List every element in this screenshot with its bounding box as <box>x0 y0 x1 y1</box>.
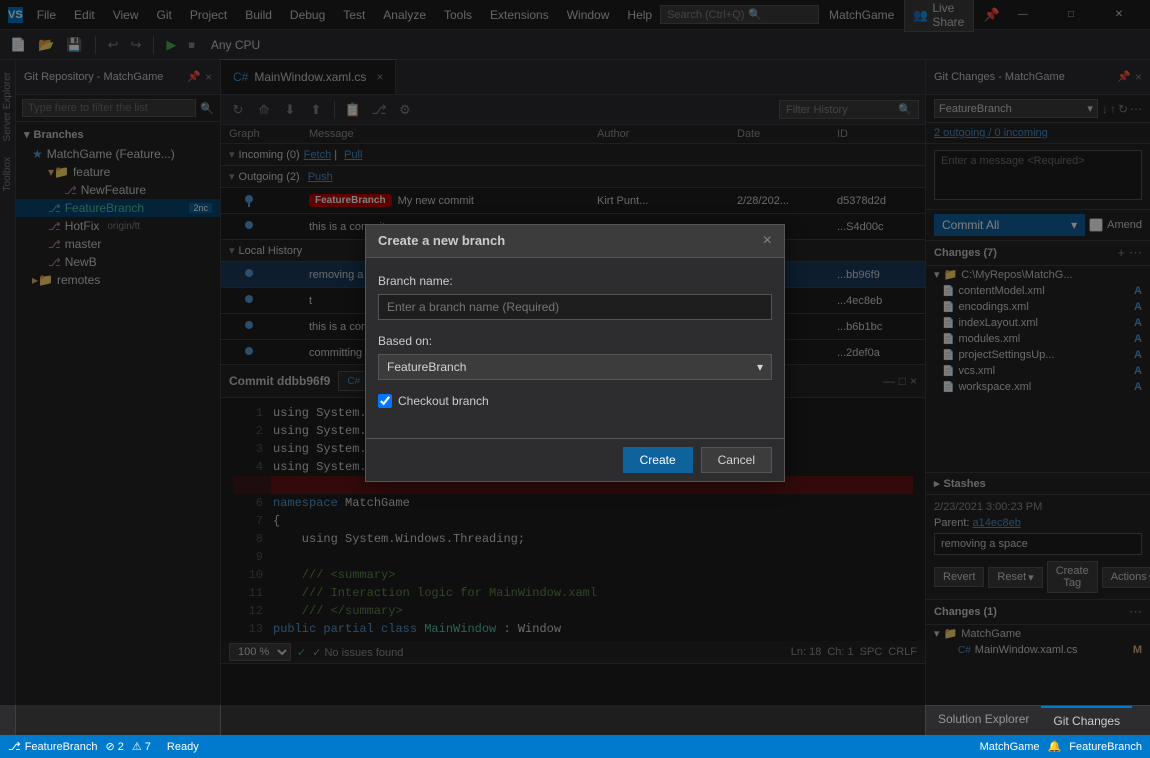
dialog-title: Create a new branch <box>378 233 505 248</box>
notification-icon[interactable]: 🔔 <box>1048 740 1062 753</box>
branch-icon-status: ⎇ <box>8 740 21 753</box>
git-branch-status[interactable]: ⎇ FeatureBranch <box>8 740 97 753</box>
dialog-overlay: Create a new branch × Branch name: Based… <box>0 0 1150 705</box>
errors-status[interactable]: ⊘ 2 <box>105 740 123 753</box>
status-left: ⎇ FeatureBranch ⊘ 2 ⚠ 7 Ready <box>8 740 970 753</box>
ready-label: Ready <box>167 741 199 753</box>
create-branch-button[interactable]: Create <box>623 447 693 473</box>
branch-name-input[interactable] <box>378 294 772 320</box>
warnings-status[interactable]: ⚠ 7 <box>132 740 151 753</box>
select-arrow: ▾ <box>757 360 763 374</box>
right-bottom-tabs: Solution Explorer Git Changes <box>926 705 1150 735</box>
branch-name-label: Branch name: <box>378 274 772 288</box>
dialog-body: Branch name: Based on: FeatureBranch ▾ C… <box>366 258 784 438</box>
dialog-header: Create a new branch × <box>366 225 784 258</box>
git-changes-bottom-tab[interactable]: Git Changes <box>1041 706 1132 735</box>
status-right: MatchGame 🔔 FeatureBranch <box>980 740 1142 753</box>
cancel-dialog-button[interactable]: Cancel <box>701 447 772 473</box>
based-on-select[interactable]: FeatureBranch ▾ <box>378 354 772 380</box>
checkout-label: Checkout branch <box>398 394 489 408</box>
feature-branch-status[interactable]: FeatureBranch <box>1069 741 1142 753</box>
branch-name-status: FeatureBranch <box>25 741 98 753</box>
dialog-footer: Create Cancel <box>366 438 784 481</box>
create-branch-dialog: Create a new branch × Branch name: Based… <box>365 224 785 482</box>
checkout-checkbox[interactable] <box>378 394 392 408</box>
based-on-label: Based on: <box>378 334 772 348</box>
dialog-close-button[interactable]: × <box>763 233 772 249</box>
status-bar: ⎇ FeatureBranch ⊘ 2 ⚠ 7 Ready MatchGame … <box>0 735 1150 758</box>
matchgame-status: MatchGame <box>980 741 1040 753</box>
checkout-checkbox-row: Checkout branch <box>378 394 772 408</box>
solution-explorer-tab[interactable]: Solution Explorer <box>926 706 1041 735</box>
based-on-value: FeatureBranch <box>387 360 466 374</box>
